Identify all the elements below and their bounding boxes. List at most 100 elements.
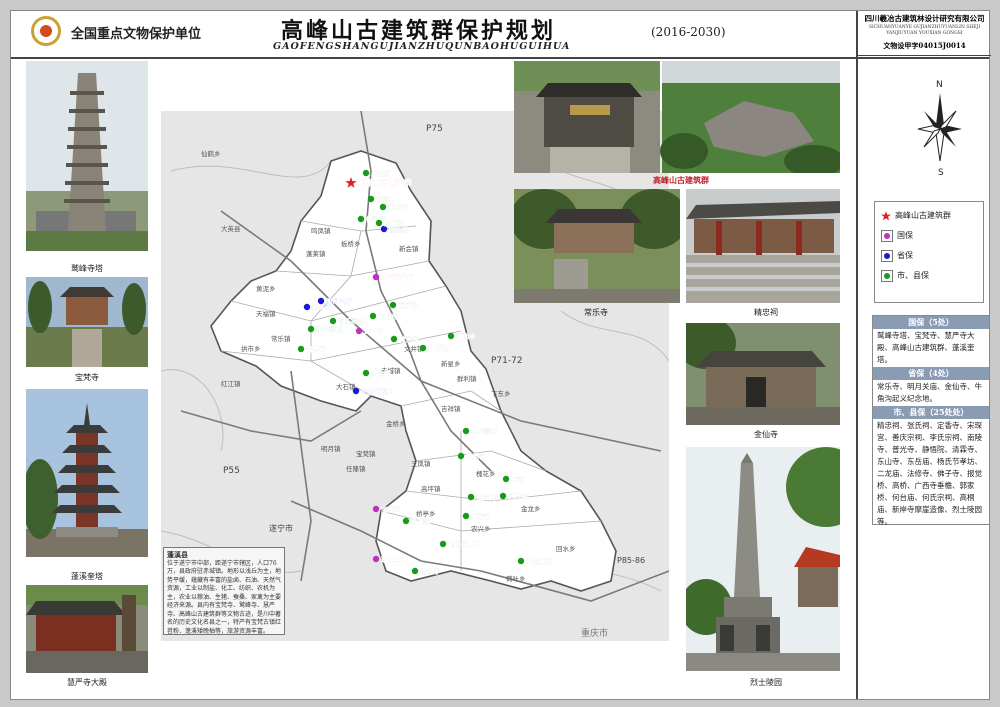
photo-changle-temple (514, 189, 680, 303)
site-label: 东山寺 (378, 312, 398, 321)
town-label: 宝梵镇 (356, 449, 376, 458)
site-label: 高峰山古建筑群 (356, 178, 412, 188)
site-dot-icon (419, 344, 427, 352)
town-label: 新会镇 (399, 244, 419, 253)
site-label: 高桐庙 (411, 517, 431, 526)
design-cert-number: 文物设甲字04015J0014 (883, 41, 966, 50)
town-label: 三凤镇 (411, 459, 431, 468)
town-label: 拱市乡 (241, 344, 261, 353)
site-dot-icon (357, 215, 365, 223)
county-intro-text: 位于遂宁市中部，距遂宁市辖区，人口76万，县政府驻赤城镇。地形以浅丘为主，地势平… (167, 559, 282, 635)
town-label: 群利镇 (457, 374, 477, 383)
planning-sheet: 全国重点文物保护单位 高峰山古建筑群保护规划 GAOFENGSHANGUJIAN… (10, 10, 991, 700)
road-label-p85-86: P85-86 (617, 556, 645, 565)
site-label: 烈士陵园 (526, 557, 553, 566)
site-label: 慧严寺大殿 (381, 273, 414, 282)
town-label: 金桥乡 (386, 419, 406, 428)
road-label-p75: P75 (426, 124, 443, 134)
site-label: 南陵寺 (398, 301, 418, 310)
site-dot-icon (372, 505, 380, 513)
site-dot-icon (389, 301, 397, 309)
protection-unit-label: 全国重点文物保护单位 (71, 27, 202, 42)
site-label: 精忠祠 (371, 369, 391, 378)
site-label: 善庆宗祠 (471, 427, 498, 436)
photo-jiufeng-tower (26, 61, 148, 251)
site-dot-icon (372, 273, 380, 281)
list-body-county: 精忠祠、张氏祠、定香寺、宋琛宫、善庆宗祠、李氏宗祠、南陵寺、普光寺、静悟院、清霖… (877, 421, 982, 526)
town-label: 常乐镇 (271, 334, 291, 343)
caption-martyrs-cemetery: 烈士陵园 (750, 678, 782, 687)
site-dot-icon (462, 512, 470, 520)
town-label: 蓬莱镇 (306, 249, 326, 258)
design-org-name: 四川羲冶古建筑林设计研究有限公司 (864, 14, 985, 23)
caption-gaofengshan: 高峰山古建筑群 (653, 175, 709, 185)
site-label: 清霖寺 (306, 345, 326, 354)
site-dot-icon (362, 169, 370, 177)
site-label: 何台庙 (508, 492, 528, 501)
town-label: 仙鹤乡 (201, 149, 221, 158)
site-dot-icon (367, 195, 375, 203)
region-label-chongqing: 重庆市 (581, 627, 608, 639)
site-dot-icon (402, 517, 410, 525)
site-label: 李氏宗祠 (315, 325, 343, 334)
site-dot-icon (355, 327, 363, 335)
site-label: 静悟院 (428, 344, 448, 353)
city-label-suining: 遂宁市 (269, 523, 293, 533)
site-label: 报觉桥 (466, 452, 486, 461)
site-label: 鹫峰寺 (364, 327, 384, 336)
photo-jingzhong-shrine (686, 189, 840, 303)
compass-north: N (936, 80, 943, 90)
blue-dot-icon (881, 250, 893, 262)
plan-period: (2016-2030) (651, 25, 726, 39)
site-label: 何氏宗祠 (338, 317, 365, 326)
site-dot-icon (411, 567, 419, 575)
site-dot-icon (317, 297, 325, 305)
site-dot-icon (439, 540, 447, 548)
legend-item-province: 省保 (881, 250, 913, 262)
site-dot-icon (502, 475, 510, 483)
list-heading-province: 省保（4处） (873, 367, 989, 380)
town-label: 回水乡 (556, 544, 576, 553)
town-label: 大石镇 (336, 382, 356, 391)
road-label-p55: P55 (223, 466, 240, 476)
site-label: 定香寺 (419, 567, 440, 576)
site-dot-icon (375, 219, 383, 227)
legend-label: 高峰山古建筑群 (895, 211, 951, 220)
site-dot-icon (390, 335, 398, 343)
site-label: 东岳庙 (388, 203, 408, 212)
legend-item-county: 市、县保 (881, 270, 929, 282)
county-intro-title: 蓬溪县 (167, 550, 188, 559)
site-label: 牛角沟起义 (361, 387, 394, 396)
heritage-emblem-icon (31, 16, 61, 46)
site-dot-icon (352, 387, 360, 395)
site-dot-icon (307, 325, 315, 333)
site-dot-icon (499, 492, 507, 500)
caption-baofan-temple: 宝梵寺 (75, 373, 99, 382)
town-label: 吉祥镇 (441, 404, 461, 413)
town-label: 高坪镇 (421, 484, 441, 493)
town-label: 荷叶乡 (506, 574, 526, 583)
caption-jingzhong-shrine: 精忠祠 (754, 308, 778, 317)
list-body-province: 常乐寺、明月关庙、金仙寺、牛角沟起义纪念地。 (877, 382, 982, 403)
design-org-name-en: SICHUANYUANYE GUJIANZHUYUANLIN SHEJI YAN… (868, 25, 981, 36)
town-label: 槐花乡 (476, 469, 496, 478)
map-site-23: 高桥 (502, 474, 525, 484)
list-heading-county: 市、县保（25处处） (873, 406, 989, 419)
site-dot-icon (467, 493, 475, 501)
magenta-dot-icon (881, 230, 893, 242)
road-label-p71-72: P71-72 (491, 356, 523, 366)
green-dot-icon (881, 270, 893, 282)
protected-sites-list: 国保（5处） 鹫峰寺塔、宝梵寺、慧严寺大殿、高峰山古建筑群、蓬溪奎塔。 省保（4… (872, 315, 990, 526)
town-label: 大英县 (221, 224, 241, 233)
town-label: 任隆镇 (346, 464, 366, 473)
photo-martyrs-cemetery (686, 447, 840, 671)
map-site-0: 高峰山古建筑群 (345, 177, 412, 188)
list-heading-national: 国保（5处） (873, 316, 989, 329)
legend-label: 市、县保 (897, 271, 929, 280)
caption-jinxian-temple: 金仙寺 (754, 430, 778, 439)
town-label: 天福镇 (256, 309, 276, 318)
legend-item-national: 国保 (881, 230, 913, 242)
town-label: 鸣凤镇 (311, 226, 331, 235)
legend-label: 国保 (897, 231, 913, 240)
site-dot-icon (369, 312, 377, 320)
